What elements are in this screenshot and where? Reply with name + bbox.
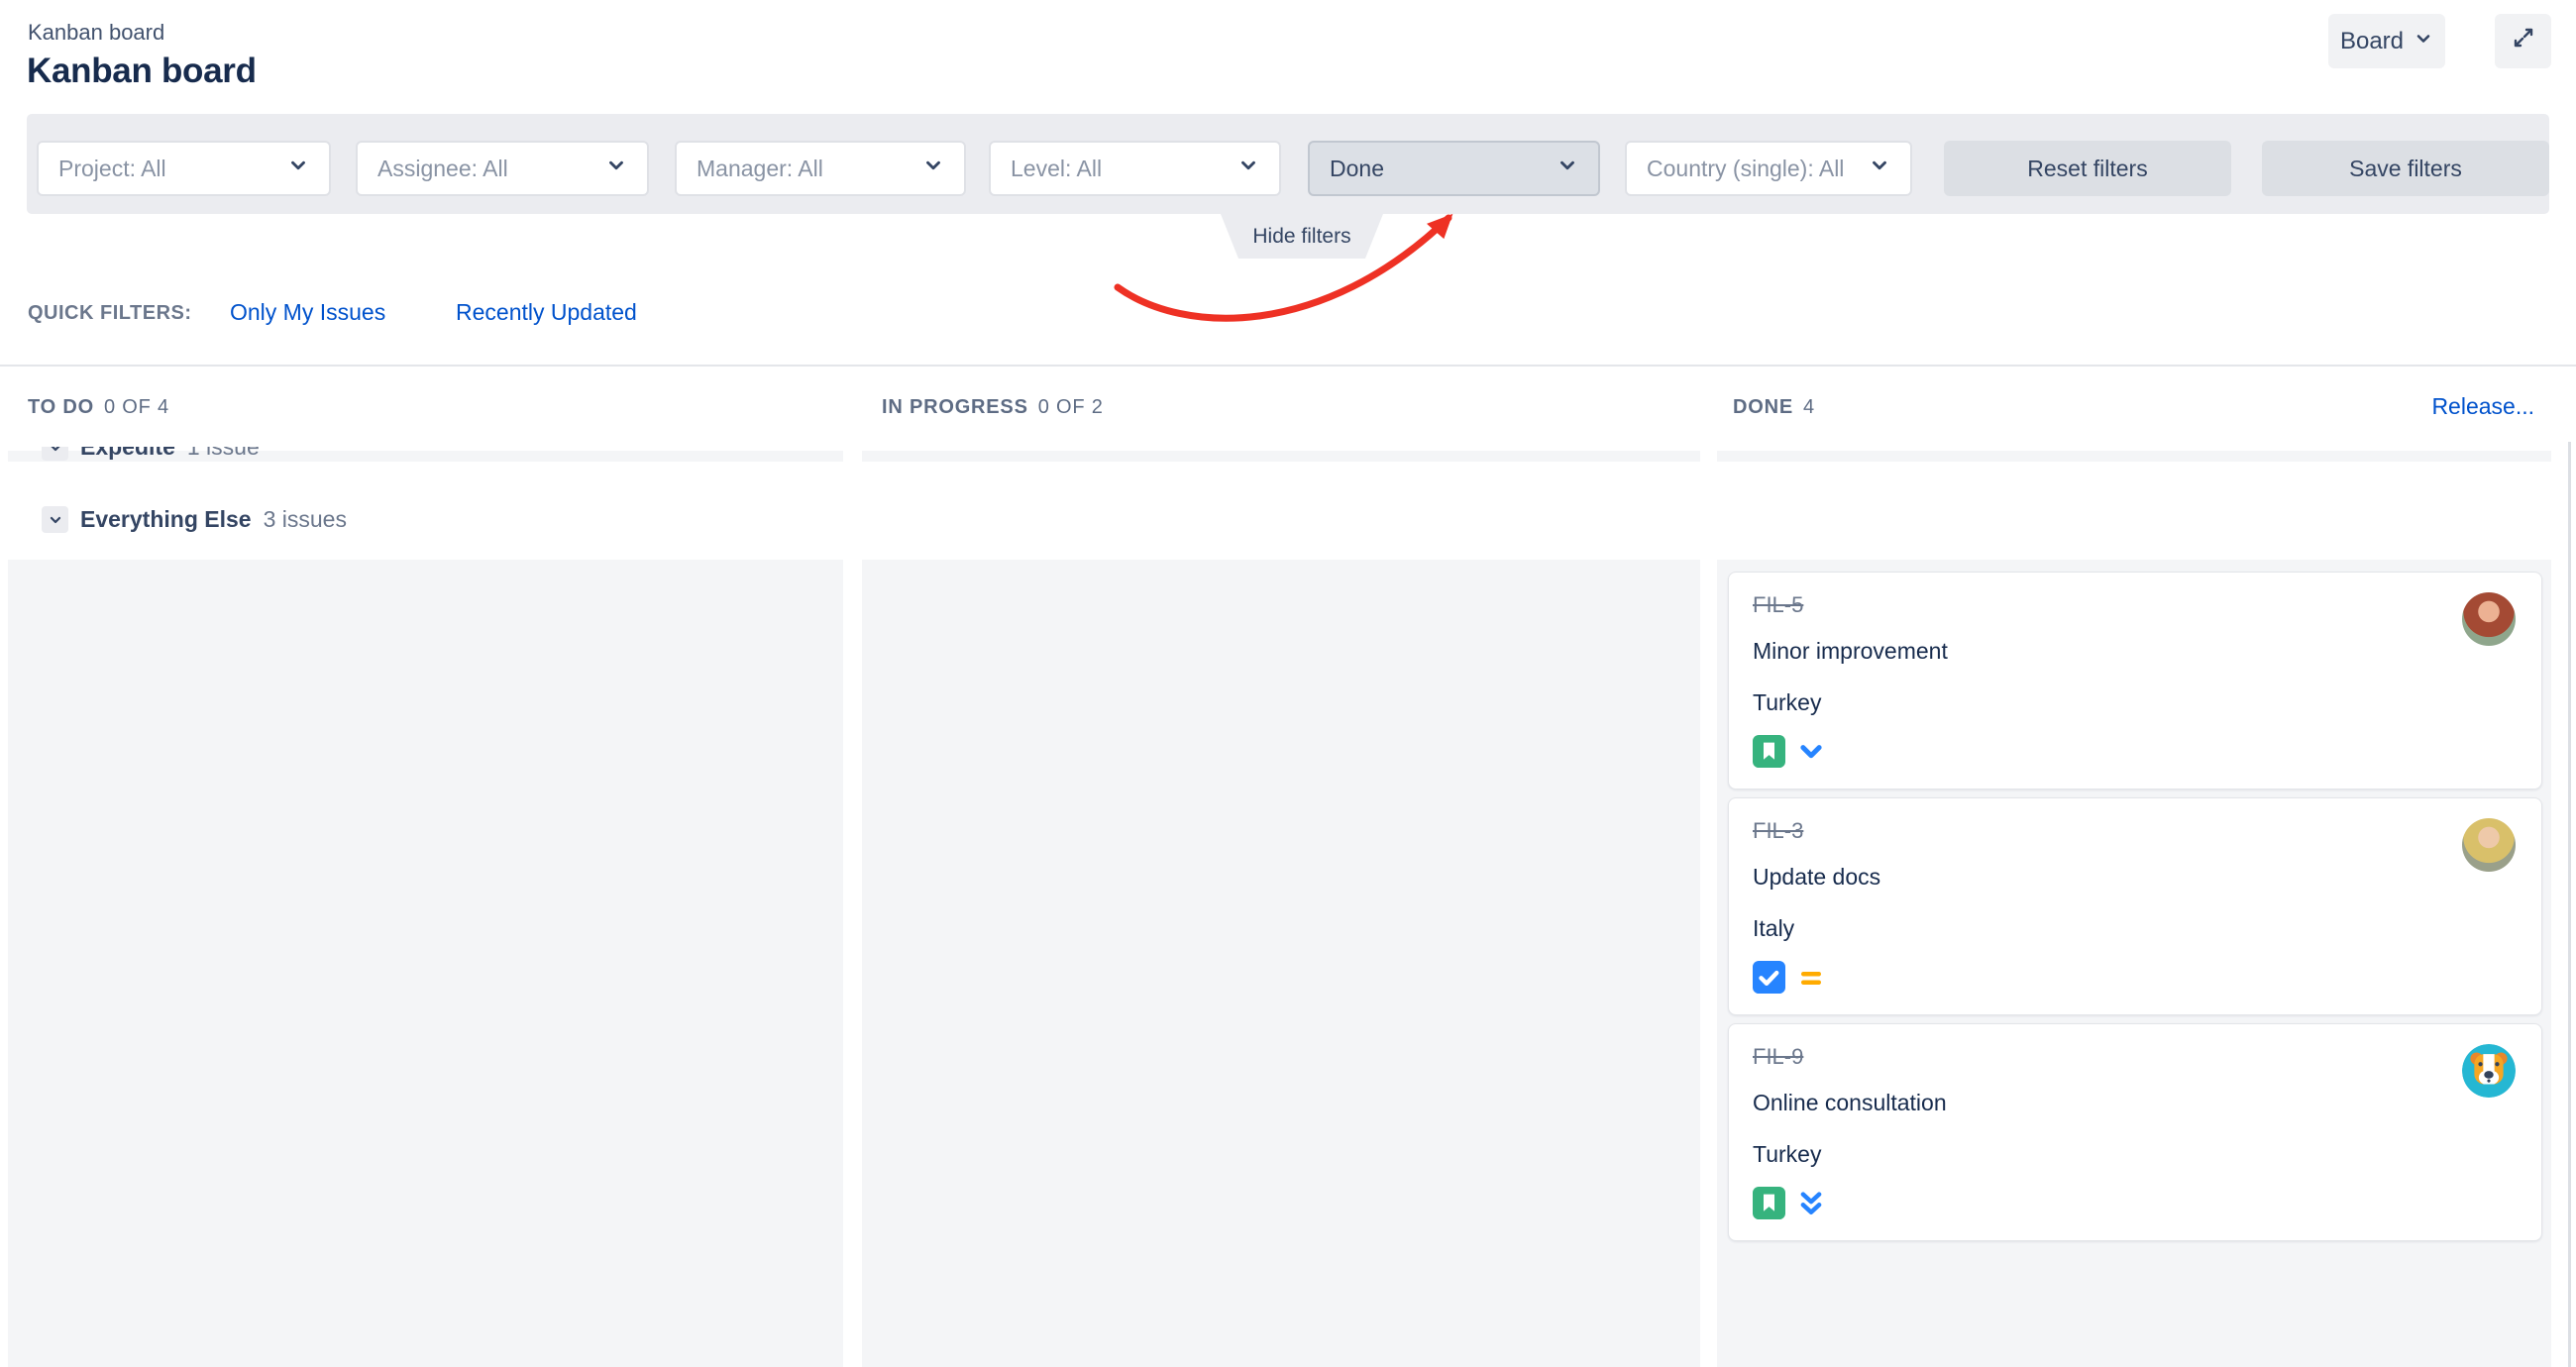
- column-count: 4: [1803, 396, 1815, 418]
- swimlane-name: Expedite: [80, 447, 175, 461]
- issue-card[interactable]: FIL-5 Minor improvement Turkey: [1728, 572, 2542, 789]
- priority-lowest-icon: [1796, 1189, 1826, 1223]
- column-in-progress[interactable]: [862, 560, 1700, 1367]
- column-name: IN PROGRESS: [882, 396, 1028, 418]
- save-filters-button[interactable]: Save filters: [2262, 141, 2549, 196]
- status-filter-value: Done: [1330, 156, 1384, 182]
- fullscreen-button[interactable]: [2495, 14, 2551, 68]
- manager-filter-select[interactable]: Manager: All: [675, 141, 966, 196]
- assignee-avatar[interactable]: [2462, 592, 2516, 646]
- project-filter-select[interactable]: Project: All: [37, 141, 331, 196]
- chevron-down-icon: [287, 155, 309, 182]
- issue-key[interactable]: FIL-3: [1753, 818, 2518, 844]
- quick-filter-only-my-issues[interactable]: Only My Issues: [230, 299, 385, 326]
- manager-filter-label: Manager: All: [697, 156, 823, 182]
- country-filter-label: Country (single): All: [1647, 156, 1844, 182]
- issue-label: Turkey: [1753, 689, 2518, 716]
- chevron-down-icon: [1556, 155, 1578, 182]
- issue-card[interactable]: FIL-3 Update docs Italy: [1728, 797, 2542, 1015]
- task-icon: [1753, 961, 1785, 999]
- story-icon: [1753, 735, 1785, 773]
- column-header-done: DONE 4: [1733, 396, 1815, 419]
- issue-card[interactable]: FIL-9 Online consultation Turkey: [1728, 1023, 2542, 1241]
- level-filter-label: Level: All: [1011, 156, 1102, 182]
- swimlane-expedite: Expedite 1 issue: [27, 447, 720, 466]
- column-header-in-progress: IN PROGRESS 0 OF 2: [882, 396, 1104, 419]
- quick-filters-label: QUICK FILTERS:: [28, 302, 192, 325]
- chevron-down-icon: [605, 155, 627, 182]
- assignee-filter-select[interactable]: Assignee: All: [356, 141, 649, 196]
- board-menu-label: Board: [2340, 28, 2404, 55]
- expedite-column-strip: [1717, 451, 2551, 462]
- expand-icon: [2511, 25, 2536, 57]
- status-filter-select[interactable]: Done: [1308, 141, 1600, 196]
- collapse-swimlane-button[interactable]: [42, 447, 68, 461]
- issue-title: Update docs: [1753, 864, 2518, 891]
- issue-key[interactable]: FIL-9: [1753, 1044, 2518, 1070]
- collapse-swimlane-button[interactable]: [42, 506, 68, 533]
- release-link[interactable]: Release...: [2431, 393, 2534, 420]
- done-card-stack: FIL-5 Minor improvement Turkey FIL-3 Upd…: [1728, 572, 2542, 1241]
- issue-title: Minor improvement: [1753, 638, 2518, 665]
- priority-low-icon: [1796, 737, 1826, 772]
- assignee-avatar[interactable]: [2462, 818, 2516, 872]
- chevron-down-icon: [1869, 155, 1890, 182]
- hide-filters-tab[interactable]: Hide filters: [1221, 214, 1383, 259]
- column-header-todo: TO DO 0 OF 4: [28, 396, 169, 419]
- chevron-down-icon: [2414, 28, 2433, 55]
- assignee-avatar[interactable]: [2462, 1044, 2516, 1098]
- story-icon: [1753, 1187, 1785, 1224]
- project-filter-label: Project: All: [58, 156, 166, 182]
- reset-filters-button[interactable]: Reset filters: [1944, 141, 2231, 196]
- chevron-down-icon: [1237, 155, 1259, 182]
- chevron-down-icon: [922, 155, 944, 182]
- level-filter-select[interactable]: Level: All: [989, 141, 1281, 196]
- breadcrumb[interactable]: Kanban board: [28, 20, 164, 46]
- expedite-column-strip: [862, 451, 1700, 462]
- column-name: DONE: [1733, 396, 1793, 418]
- board-scrollbar-track[interactable]: [2568, 442, 2571, 1367]
- swimlane-count: 1 issue: [187, 447, 260, 461]
- filter-bar: Project: All Assignee: All Manager: All …: [27, 114, 2549, 214]
- country-filter-select[interactable]: Country (single): All: [1625, 141, 1912, 196]
- priority-medium-icon: [1796, 963, 1826, 998]
- column-name: TO DO: [28, 396, 94, 418]
- column-count: 0 OF 2: [1038, 396, 1104, 418]
- dog-avatar-icon: [2462, 1044, 2516, 1098]
- board-menu-button[interactable]: Board: [2328, 14, 2445, 68]
- issue-title: Online consultation: [1753, 1090, 2518, 1116]
- column-count: 0 OF 4: [104, 396, 169, 418]
- swimlane-everything-else: Everything Else 3 issues: [27, 506, 918, 533]
- assignee-filter-label: Assignee: All: [377, 156, 508, 182]
- board-divider: [0, 365, 2576, 367]
- quick-filter-recently-updated[interactable]: Recently Updated: [456, 299, 637, 326]
- column-todo[interactable]: [8, 560, 843, 1367]
- issue-key[interactable]: FIL-5: [1753, 592, 2518, 618]
- page-title: Kanban board: [27, 52, 257, 91]
- issue-label: Turkey: [1753, 1141, 2518, 1168]
- swimlane-name: Everything Else: [80, 506, 252, 533]
- swimlane-count: 3 issues: [264, 506, 347, 533]
- column-done: FIL-5 Minor improvement Turkey FIL-3 Upd…: [1717, 560, 2551, 1367]
- kanban-board-page: Kanban board Kanban board Board Project:…: [0, 0, 2576, 1367]
- issue-label: Italy: [1753, 915, 2518, 942]
